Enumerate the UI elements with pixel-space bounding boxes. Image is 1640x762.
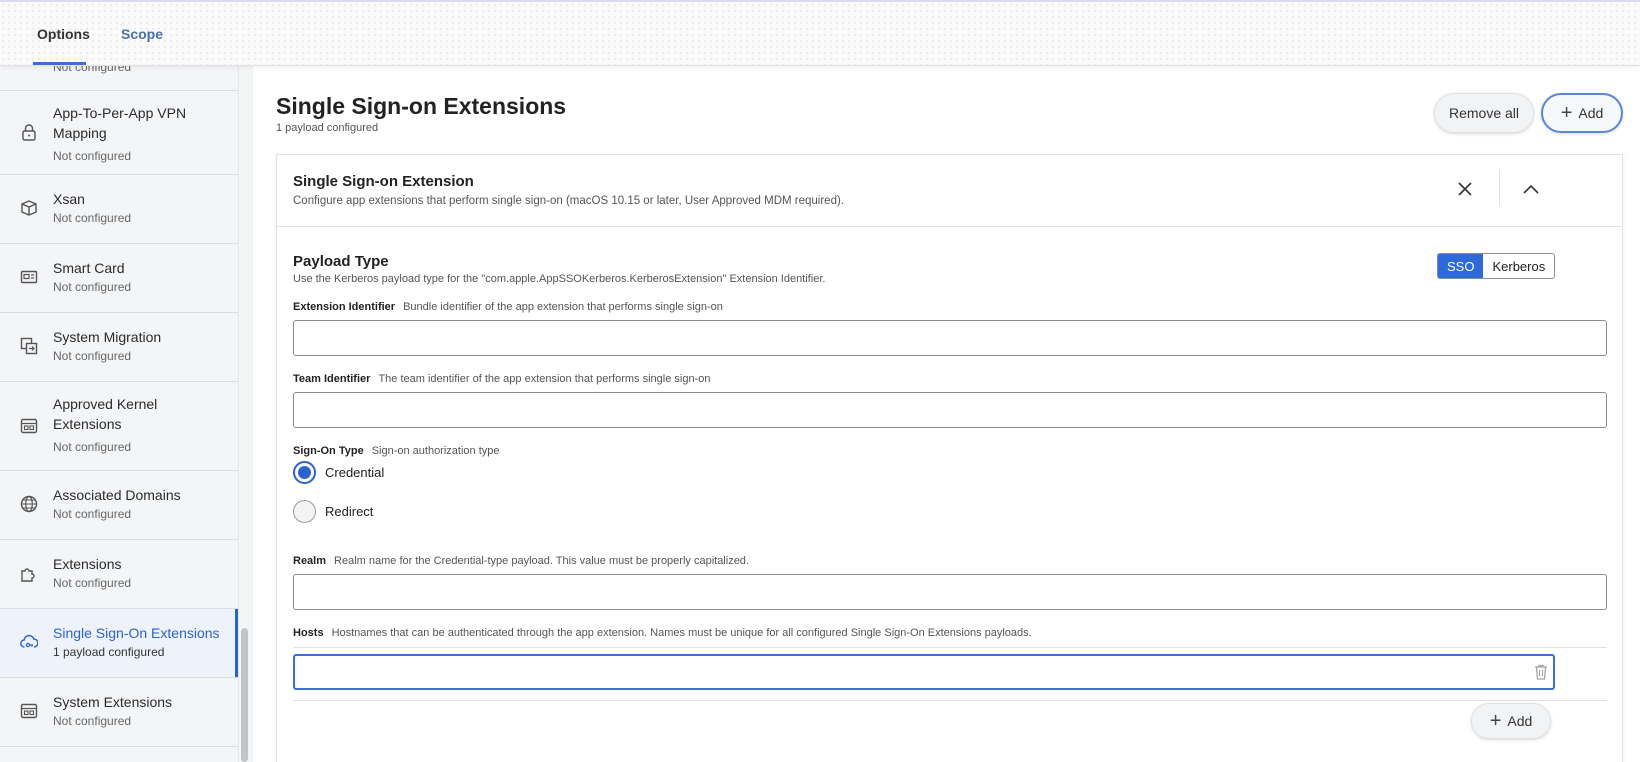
sign-on-type-label: Sign-On Type Sign-on authorization type [293, 445, 500, 457]
sidebar-item-label: Extensions [53, 556, 122, 572]
kernel-extension-icon [20, 417, 38, 435]
plus-icon: + [1489, 710, 1502, 732]
remove-all-label: Remove all [1448, 105, 1520, 121]
sidebar-item-single-sign-on-extensions[interactable]: Single Sign-On Extensions 1 payload conf… [0, 609, 238, 678]
payload-card-header: Single Sign-on Extension Configure app e… [277, 155, 1622, 227]
page-title: Single Sign-on Extensions [276, 93, 567, 119]
extension-identifier-label: Extension Identifier Bundle identifier of… [293, 301, 723, 313]
add-label: Add [1578, 105, 1604, 121]
active-tab-indicator [33, 62, 86, 65]
sidebar-item-status: Not configured [53, 576, 132, 590]
realm-input[interactable] [293, 574, 1607, 610]
radio-credential[interactable]: Credential [293, 461, 384, 484]
xsan-icon [20, 199, 38, 217]
header-divider [1499, 169, 1500, 205]
sidebar-item-label: Associated Domains [53, 487, 181, 503]
sidebar-scrollbar-thumb[interactable] [241, 628, 248, 762]
payload-sidebar: Not configured App-To-Per-App VPN Mappin… [0, 66, 238, 762]
tab-scope[interactable]: Scope [121, 26, 163, 42]
sidebar-item-system-extensions[interactable]: System Extensions Not configured [0, 678, 238, 747]
payload-type-kerberos[interactable]: Kerberos [1483, 254, 1555, 278]
trash-icon[interactable] [1532, 663, 1550, 681]
close-icon[interactable] [1451, 175, 1479, 203]
team-identifier-input[interactable] [293, 392, 1607, 428]
plus-icon: + [1560, 102, 1573, 124]
radio-redirect-control[interactable] [293, 500, 316, 523]
radio-redirect[interactable]: Redirect [293, 500, 373, 523]
add-host-label: Add [1507, 713, 1533, 729]
payload-card-subtitle: Configure app extensions that perform si… [293, 195, 844, 207]
lock-icon [20, 123, 38, 141]
radio-credential-label: Credential [325, 465, 385, 480]
remove-all-button[interactable]: Remove all [1434, 93, 1534, 133]
payload-card-title: Single Sign-on Extension [293, 173, 474, 190]
cloud-key-icon [20, 633, 38, 651]
sidebar-item-xsan[interactable]: Xsan Not configured [0, 175, 238, 244]
sidebar-item-system-migration[interactable]: System Migration Not configured [0, 313, 238, 382]
page-subtitle: 1 payload configured [276, 122, 379, 134]
sidebar-item-label: Approved Kernel Extensions [53, 396, 158, 432]
radio-credential-control[interactable] [293, 461, 316, 484]
hosts-divider-bottom [293, 700, 1607, 701]
sidebar-item-label: System Extensions [53, 694, 173, 710]
dashes-icon [20, 66, 38, 74]
puzzle-icon [20, 564, 38, 582]
sidebar-item-associated-domains[interactable]: Associated Domains Not configured [0, 471, 238, 540]
sidebar-item-app-to-per-app-vpn[interactable]: App-To-Per-App VPN Mapping Not configure… [0, 91, 238, 175]
globe-icon [20, 495, 38, 513]
realm-label: Realm Realm name for the Credential-type … [293, 555, 749, 567]
system-extension-icon [20, 702, 38, 720]
sidebar-item-partial[interactable]: Not configured [0, 66, 238, 91]
extension-identifier-input[interactable] [293, 320, 1607, 356]
sidebar-item-label: Xsan [53, 191, 85, 207]
team-identifier-label: Team Identifier The team identifier of th… [293, 373, 711, 385]
payload-type-description: Use the Kerberos payload type for the "c… [293, 273, 826, 285]
sidebar-item-status: Not configured [53, 440, 132, 454]
smart-card-icon [20, 268, 38, 286]
sidebar-item-approved-kernel-extensions[interactable]: Approved Kernel Extensions Not configure… [0, 382, 238, 471]
sidebar-item-label: System Migration [53, 329, 162, 345]
hosts-divider-top [293, 647, 1607, 648]
add-payload-button[interactable]: + Add [1541, 93, 1623, 133]
migration-icon [20, 337, 38, 355]
main-content: Single Sign-on Extensions 1 payload conf… [253, 66, 1640, 762]
payload-type-title: Payload Type [293, 253, 389, 270]
payload-type-segmented-control: SSO Kerberos [1437, 253, 1556, 279]
top-tab-bar: Options Scope [0, 0, 1640, 66]
hosts-input[interactable] [293, 654, 1555, 690]
sidebar-item-status: Not configured [53, 349, 132, 363]
sidebar-item-status: Not configured [53, 149, 132, 163]
sidebar-item-extensions[interactable]: Extensions Not configured [0, 540, 238, 609]
sidebar-item-label: Smart Card [53, 260, 125, 276]
hosts-label: Hosts Hostnames that can be authenticated… [293, 627, 1032, 639]
sidebar-item-label: Single Sign-On Extensions [53, 625, 220, 641]
sidebar-item-status: Not configured [53, 507, 132, 521]
sidebar-item-status: Not configured [53, 66, 132, 74]
tab-options[interactable]: Options [37, 26, 90, 42]
radio-redirect-label: Redirect [325, 504, 374, 519]
sidebar-item-status: Not configured [53, 714, 132, 728]
add-host-button[interactable]: + Add [1471, 703, 1551, 739]
payload-card: Single Sign-on Extension Configure app e… [276, 154, 1623, 762]
sidebar-item-label: App-To-Per-App VPN Mapping [53, 105, 187, 141]
sidebar-item-status: 1 payload configured [53, 645, 165, 659]
payload-type-sso[interactable]: SSO [1438, 254, 1484, 278]
sidebar-item-status: Not configured [53, 211, 132, 225]
chevron-up-icon[interactable] [1517, 175, 1545, 203]
sidebar-item-status: Not configured [53, 280, 132, 294]
sidebar-item-smart-card[interactable]: Smart Card Not configured [0, 244, 238, 313]
